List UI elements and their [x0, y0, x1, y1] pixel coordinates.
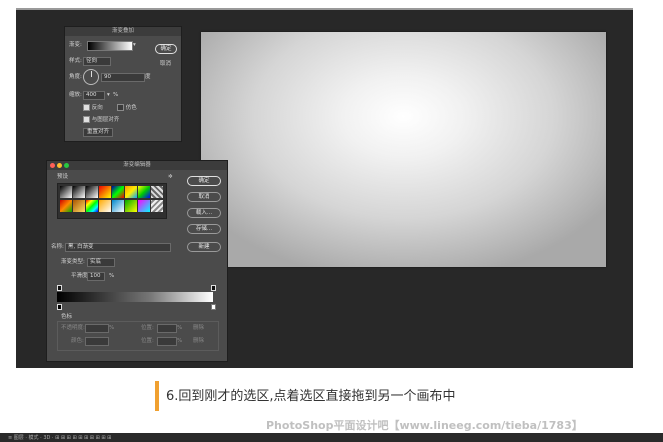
smoothness-unit: % — [109, 273, 115, 279]
cancel-button[interactable]: 取消 — [187, 192, 221, 202]
color-stop[interactable] — [57, 304, 62, 310]
stop-location-input[interactable] — [157, 324, 177, 333]
new-button[interactable]: 新建 — [187, 242, 221, 252]
reverse-label: 反向 — [91, 105, 103, 111]
ok-button[interactable]: 确定 — [187, 176, 221, 186]
gradient-overlay-dialog: 渐变叠加 渐变: ▾ 样式: 径向 角度: 90 度 缩放: 400 ▾ % 反… — [64, 26, 182, 142]
ok-button[interactable]: 确定 — [155, 44, 177, 54]
delete-button[interactable]: 删除 — [193, 337, 204, 345]
dither-checkbox[interactable]: 仿色 — [117, 104, 137, 112]
gradient-label: 渐变: — [69, 42, 82, 48]
dither-label: 仿色 — [125, 105, 137, 111]
preset-swatch[interactable] — [73, 186, 85, 198]
angle-label: 角度: — [69, 74, 82, 80]
delete-button[interactable]: 删除 — [193, 324, 204, 332]
save-button[interactable]: 存储... — [187, 224, 221, 234]
photoshop-workspace: 渐变叠加 渐变: ▾ 样式: 径向 角度: 90 度 缩放: 400 ▾ % 反… — [16, 8, 633, 368]
stop-location-label: 位置: — [141, 338, 154, 344]
bottom-toolbar: ≡ 图层 · 模式 · 3D · ⊞ ⊞ ⊞ ⊞ ⊞ ⊞ ⊞ ⊞ ⊞ ⊞ — [0, 433, 663, 442]
angle-unit: 度 — [145, 74, 151, 80]
scale-label: 缩放: — [69, 92, 82, 98]
chevron-down-icon[interactable]: ▾ — [107, 91, 110, 99]
align-layer-checkbox[interactable]: 与图层对齐 — [83, 116, 119, 124]
preset-swatch[interactable] — [86, 186, 98, 198]
stops-label: 色标 — [61, 314, 73, 320]
style-label: 样式: — [69, 58, 82, 64]
smoothness-input[interactable]: 100 — [87, 272, 105, 281]
gradient-swatch[interactable] — [87, 41, 133, 51]
chevron-down-icon[interactable]: ▾ — [133, 41, 136, 49]
preset-swatch[interactable] — [138, 186, 150, 198]
load-button[interactable]: 载入... — [187, 208, 221, 218]
stop-location-label: 位置: — [141, 325, 154, 331]
gradient-bar[interactable] — [57, 292, 213, 302]
cancel-button[interactable]: 取消 — [160, 60, 171, 68]
preset-swatch[interactable] — [112, 200, 124, 212]
preset-swatch[interactable] — [60, 186, 72, 198]
opacity-unit: % — [109, 325, 115, 331]
preset-swatch[interactable] — [125, 200, 137, 212]
zoom-window-icon[interactable] — [64, 163, 69, 168]
reverse-checkbox[interactable]: 反向 — [83, 104, 103, 112]
stop-opacity-input[interactable] — [85, 324, 109, 333]
dialog-title: 渐变叠加 — [65, 27, 181, 36]
location-unit: % — [177, 338, 183, 344]
preset-swatch[interactable] — [151, 200, 163, 212]
angle-dial[interactable] — [83, 69, 99, 85]
gradient-type-label: 渐变类型: — [61, 259, 85, 265]
preset-swatch[interactable] — [125, 186, 137, 198]
preset-swatch[interactable] — [138, 200, 150, 212]
minimize-window-icon[interactable] — [57, 163, 62, 168]
angle-input[interactable]: 90 — [101, 73, 145, 82]
document-canvas[interactable] — [201, 32, 606, 267]
preset-swatch[interactable] — [60, 200, 72, 212]
name-label: 名称: — [51, 244, 64, 250]
preset-swatch[interactable] — [151, 186, 163, 198]
preset-swatch[interactable] — [73, 200, 85, 212]
reset-alignment-button[interactable]: 重置对齐 — [83, 128, 113, 137]
toolbar-text: ≡ 图层 · 模式 · 3D · ⊞ ⊞ ⊞ ⊞ ⊞ ⊞ ⊞ ⊞ ⊞ ⊞ — [8, 435, 112, 441]
stop-color-swatch[interactable] — [85, 337, 109, 346]
preset-swatch[interactable] — [99, 186, 111, 198]
name-input[interactable]: 黑, 白渐变 — [65, 243, 171, 252]
location-unit: % — [177, 325, 183, 331]
step-caption: 6.回到刚才的选区,点着选区直接拖到另一个画布中 — [166, 389, 456, 404]
stop-location-input[interactable] — [157, 337, 177, 346]
stop-opacity-label: 不透明度: — [61, 325, 85, 331]
opacity-stop[interactable] — [57, 285, 62, 291]
preset-swatch[interactable] — [99, 200, 111, 212]
scale-unit: % — [113, 92, 119, 98]
color-stop[interactable] — [211, 304, 216, 310]
presets-label: 预设 — [57, 174, 69, 180]
close-window-icon[interactable] — [50, 163, 55, 168]
preset-swatches — [57, 183, 167, 219]
preset-swatch[interactable] — [112, 186, 124, 198]
watermark: PhotoShop平面设计吧【www.lineeg.com/tieba/1783… — [266, 419, 583, 432]
gear-icon[interactable]: ✲ — [168, 173, 173, 181]
dialog-title: 渐变编辑器 — [47, 161, 227, 170]
caption-accent-bar — [155, 381, 159, 411]
stop-color-label: 颜色: — [71, 338, 84, 344]
style-select[interactable]: 径向 — [83, 57, 111, 66]
gradient-editor-dialog: 渐变编辑器 预设 ✲ 确定 取消 载入... 存储... 名称: 黑, 白渐变 … — [46, 160, 228, 362]
opacity-stop[interactable] — [211, 285, 216, 291]
scale-input[interactable]: 400 — [83, 91, 105, 100]
preset-swatch[interactable] — [86, 200, 98, 212]
gradient-type-select[interactable]: 实底 — [87, 258, 115, 267]
align-layer-label: 与图层对齐 — [91, 117, 120, 123]
top-divider — [16, 8, 633, 10]
